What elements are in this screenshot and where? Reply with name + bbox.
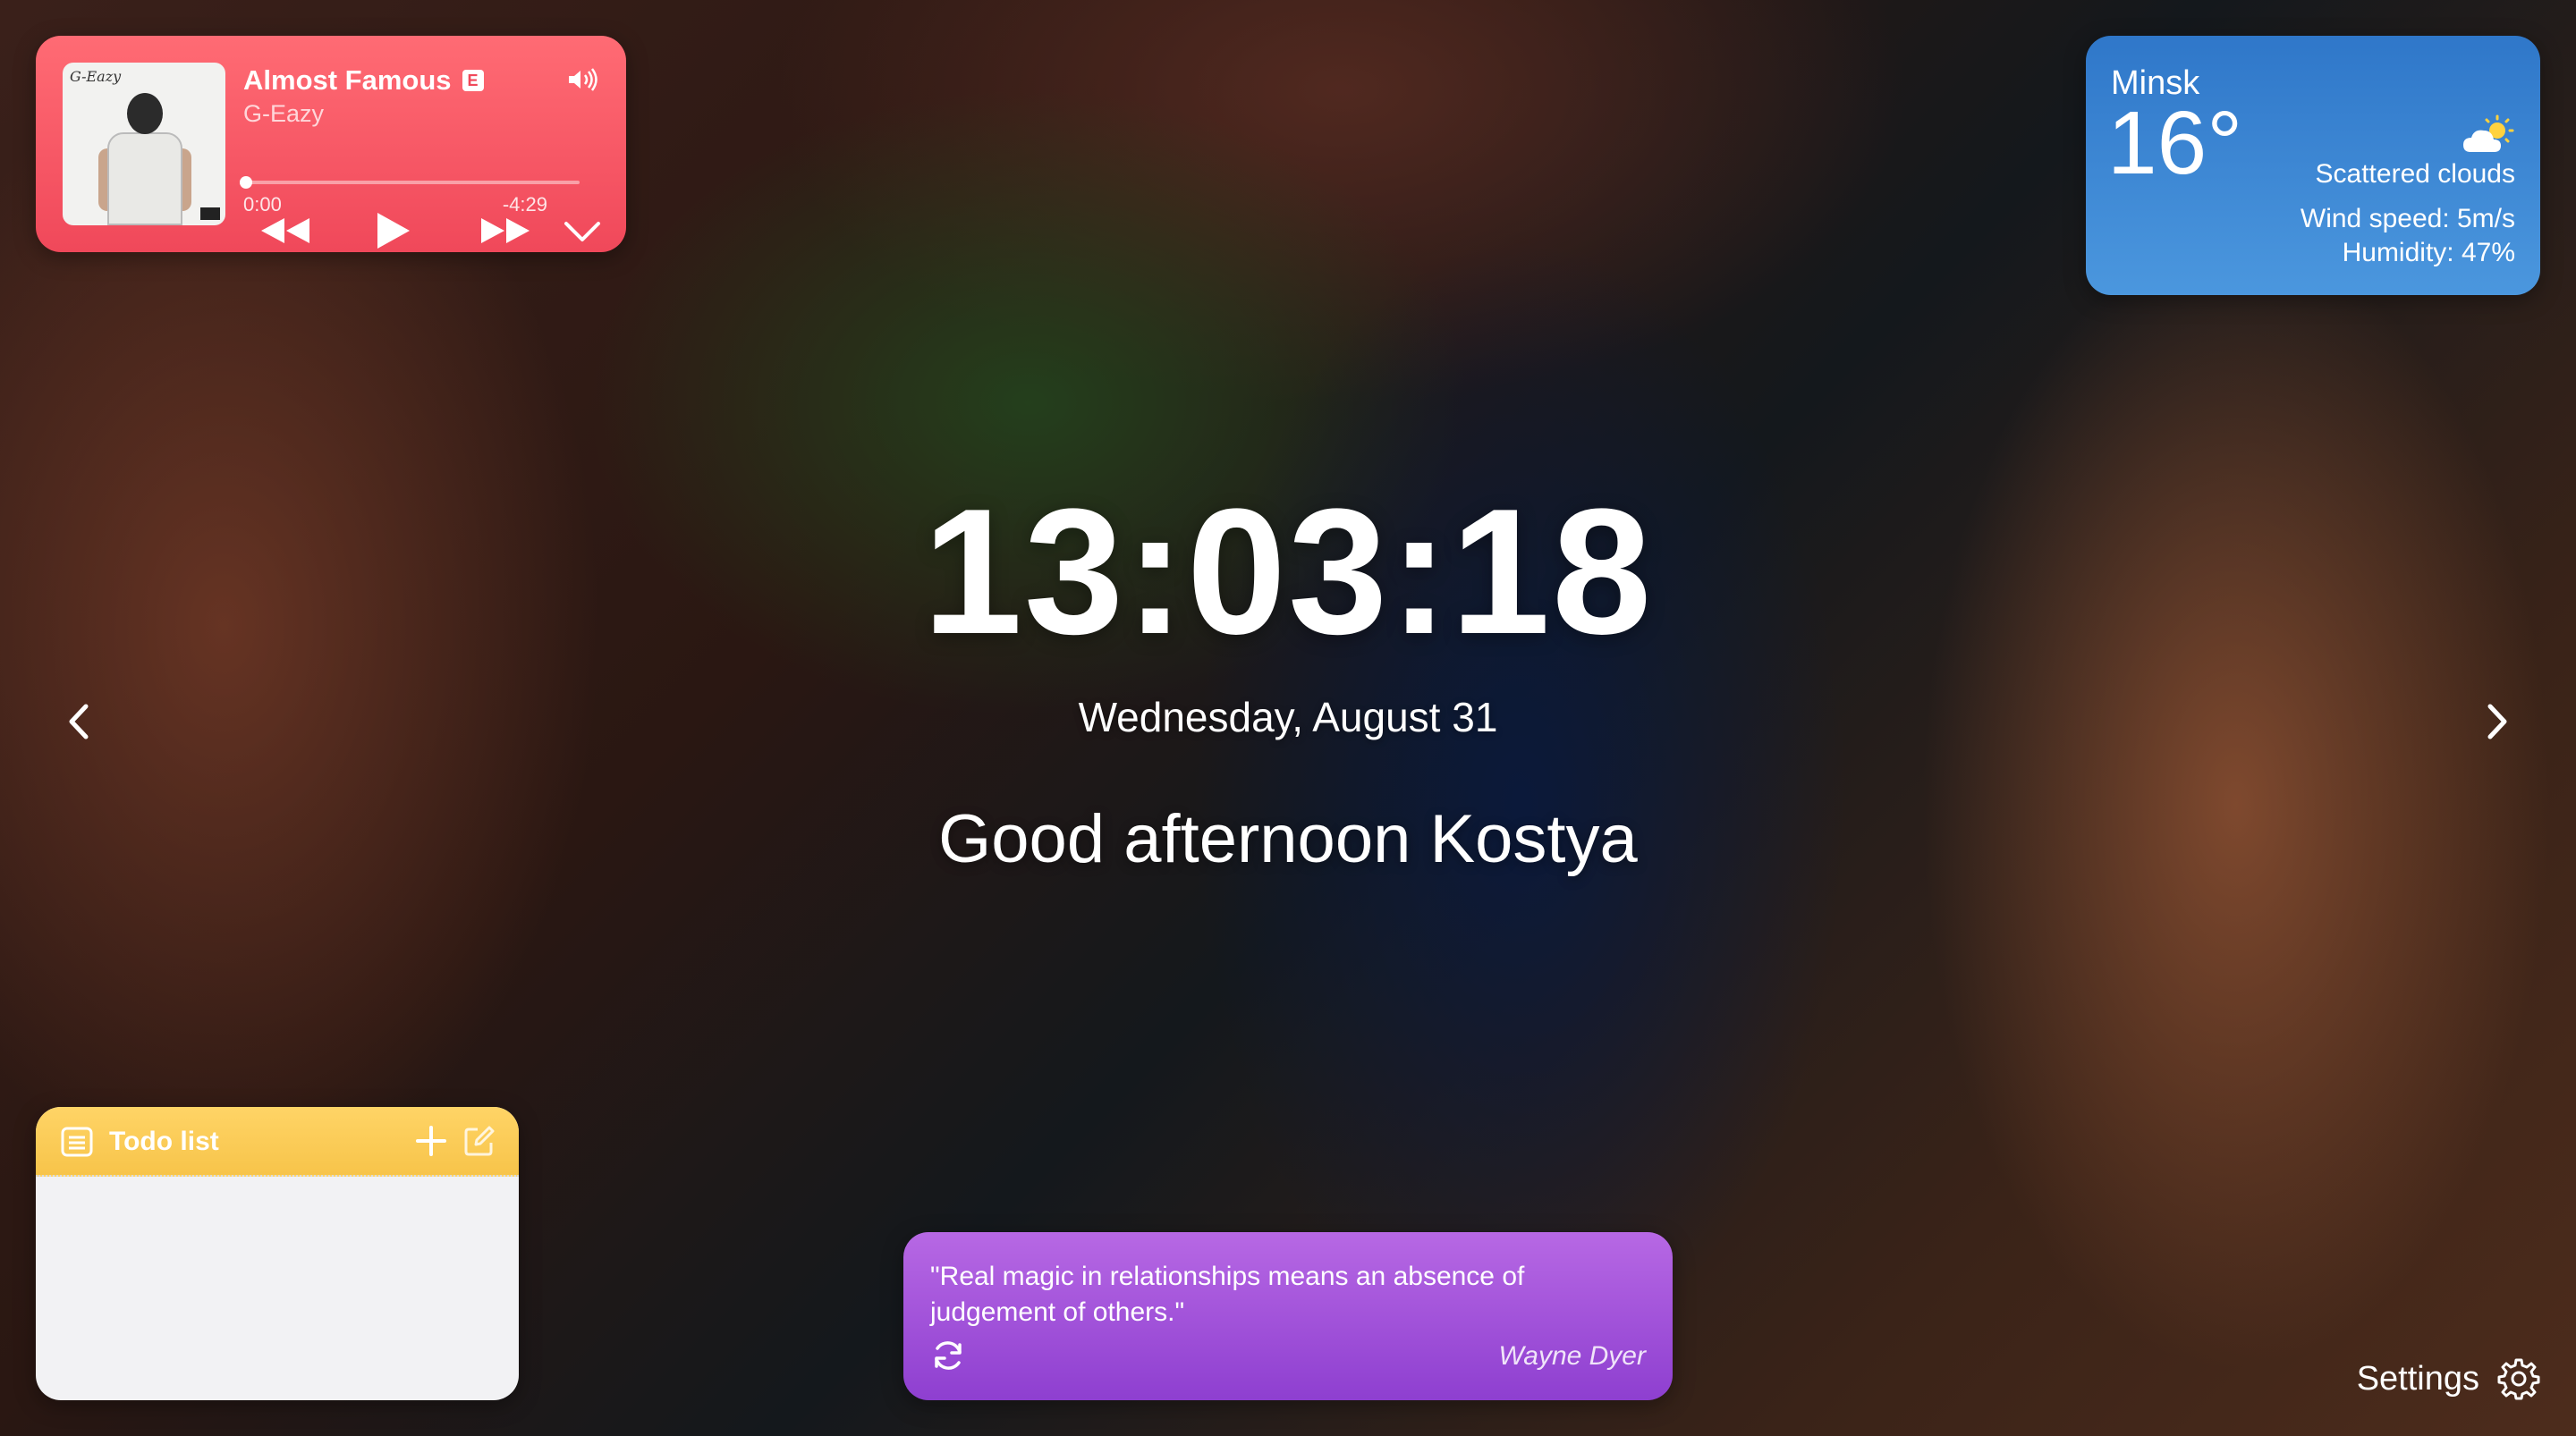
advisory-label	[200, 207, 220, 220]
clock-date: Wednesday, August 31	[1078, 694, 1498, 740]
play-icon	[377, 213, 410, 249]
quote-author: Wayne Dyer	[1498, 1341, 1646, 1371]
todo-list-area[interactable]	[36, 1178, 519, 1400]
plus-icon[interactable]	[415, 1125, 447, 1157]
weather-description: Scattered clouds	[2315, 159, 2515, 189]
rewind-icon	[261, 218, 309, 243]
weather-widget: Minsk 16° Scattered clouds Wind speed: 5…	[2086, 36, 2540, 295]
explicit-badge: E	[462, 70, 484, 91]
progress-bar[interactable]	[240, 176, 580, 189]
edit-icon[interactable]	[463, 1125, 496, 1157]
chevron-left-icon[interactable]	[57, 699, 102, 744]
time-elapsed: 0:00	[243, 193, 282, 215]
album-scribble: G-Eazy	[70, 68, 122, 85]
chevron-right-icon[interactable]	[2474, 699, 2519, 744]
chevron-down-icon	[564, 222, 600, 241]
quote-text: "Real magic in relationships means an ab…	[930, 1262, 1525, 1327]
weather-humidity: Humidity: 47%	[2342, 238, 2515, 267]
list-icon	[61, 1127, 93, 1157]
progress-knob[interactable]	[240, 176, 252, 189]
clock-time: 13:03:18	[922, 472, 1654, 672]
fast-forward-icon	[481, 218, 530, 243]
track-title: Almost Famous	[243, 64, 452, 96]
weather-temperature: 16°	[2107, 93, 2243, 193]
album-cover: G-Eazy	[63, 63, 225, 225]
settings-button[interactable]: Settings	[2357, 1357, 2540, 1400]
weather-wind: Wind speed: 5m/s	[2300, 204, 2515, 233]
collapse-button[interactable]	[564, 220, 601, 243]
todo-title: Todo list	[109, 1127, 219, 1156]
todo-widget: Todo list	[36, 1107, 519, 1400]
track-title-row: Almost Famous E	[243, 64, 484, 97]
music-player-widget: G-Eazy Almost Famous E G-Eazy 0:00 -4:29	[36, 36, 626, 252]
fast-forward-button[interactable]	[479, 215, 531, 247]
refresh-icon[interactable]	[930, 1338, 966, 1373]
todo-header: Todo list	[36, 1107, 519, 1177]
greeting: Good afternoon Kostya	[938, 801, 1638, 877]
gear-icon	[2497, 1358, 2540, 1400]
time-remaining: -4:29	[502, 193, 547, 215]
rewind-button[interactable]	[259, 215, 311, 247]
quote-widget: "Real magic in relationships means an ab…	[903, 1232, 1673, 1400]
settings-label: Settings	[2356, 1359, 2479, 1398]
track-artist: G-Eazy	[243, 100, 325, 127]
volume-icon[interactable]	[567, 68, 599, 91]
play-button[interactable]	[376, 211, 411, 250]
partly-cloudy-icon	[2463, 114, 2514, 152]
